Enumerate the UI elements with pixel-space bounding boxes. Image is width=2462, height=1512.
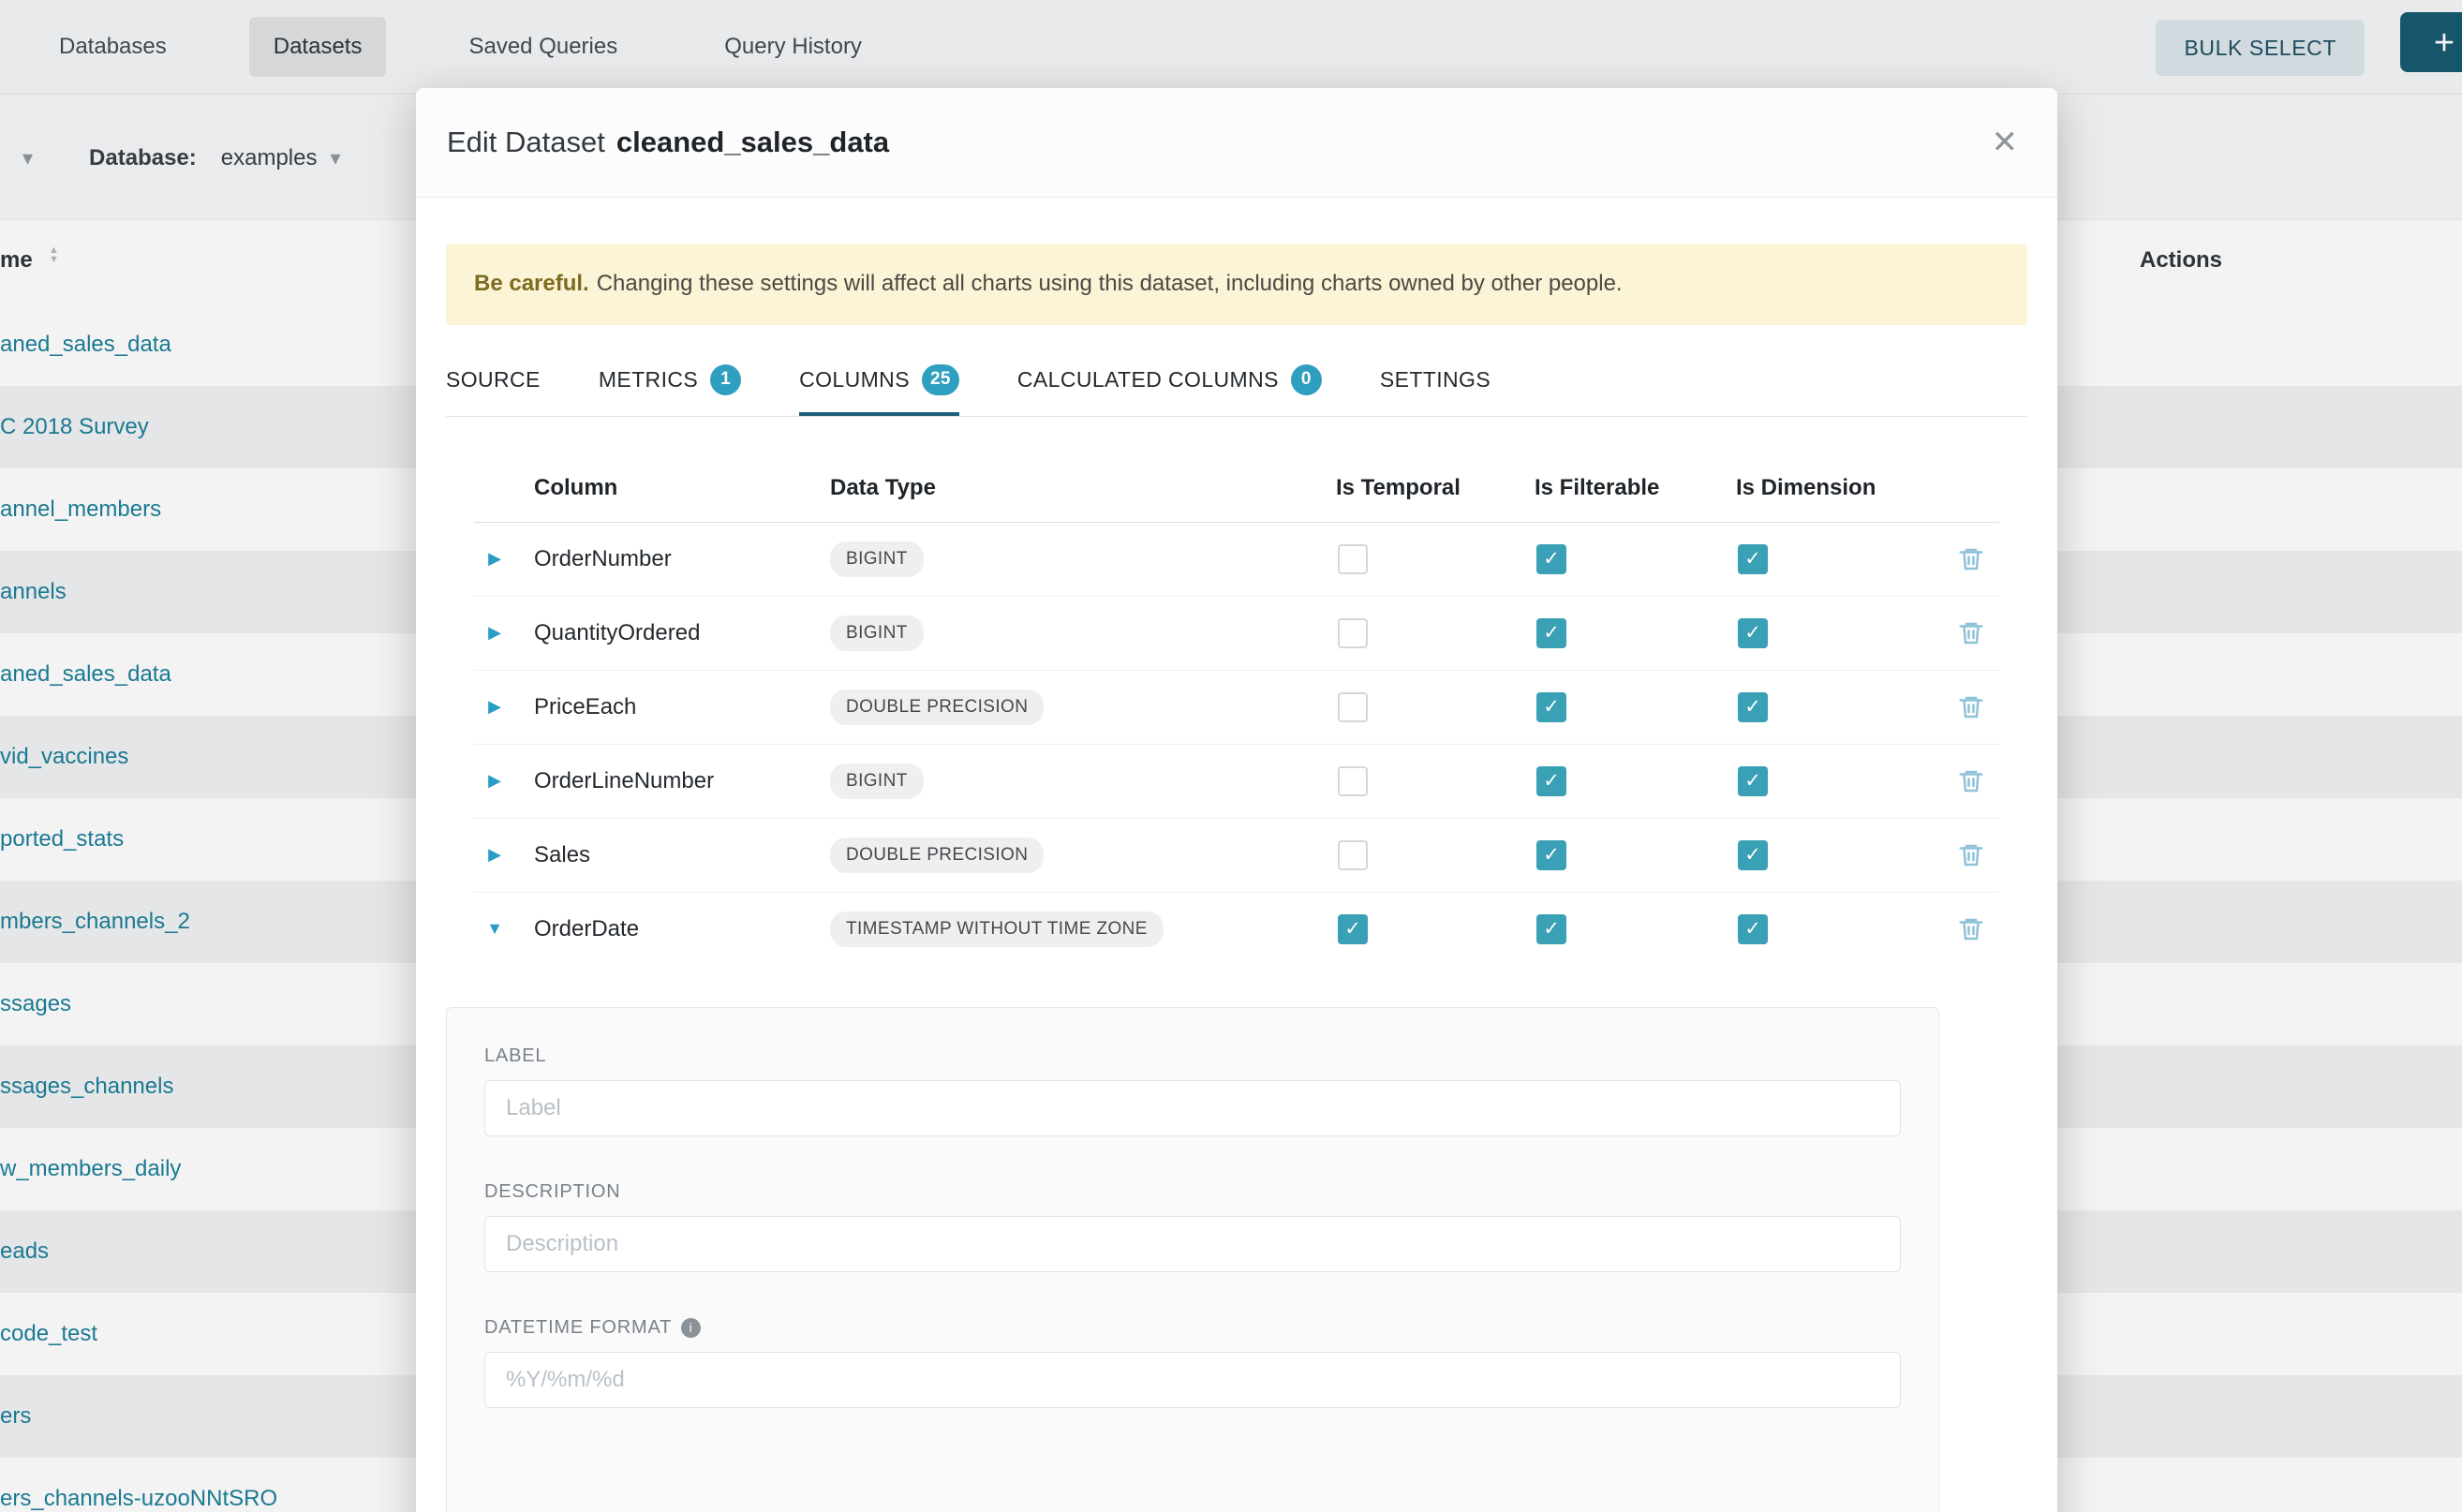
tab-count-badge: 1: [710, 364, 741, 395]
tab-label: COLUMNS: [799, 367, 910, 393]
expand-caret-icon[interactable]: ▶: [488, 771, 501, 791]
warning-banner: Be careful.Changing these settings will …: [446, 244, 2027, 325]
data-type-badge: DOUBLE PRECISION: [830, 689, 1044, 725]
expand-caret-icon[interactable]: ▶: [488, 697, 501, 717]
delete-column-button[interactable]: [1943, 767, 1999, 795]
is-temporal-checkbox[interactable]: [1338, 618, 1368, 648]
is-filterable-checkbox[interactable]: ✓: [1536, 544, 1566, 574]
delete-column-button[interactable]: [1943, 693, 1999, 721]
label-field-label: LABEL: [484, 1045, 1901, 1067]
expand-caret-icon[interactable]: ▶: [488, 549, 501, 569]
is-dimension-checkbox[interactable]: ✓: [1738, 692, 1768, 722]
is-dimension-checkbox[interactable]: ✓: [1738, 914, 1768, 944]
datetime-format-field-label: DATETIME FORMAT i: [484, 1317, 1901, 1339]
columns-table-body: ▶ OrderNumber BIGINT ✓ ✓ ▶ QuantityOrder…: [474, 523, 1999, 966]
data-type-badge: TIMESTAMP WITHOUT TIME ZONE: [830, 912, 1164, 947]
is-filterable-checkbox[interactable]: ✓: [1536, 840, 1566, 870]
tab-calculated-columns[interactable]: CALCULATED COLUMNS 0: [1017, 348, 1322, 416]
trash-icon: [1957, 841, 1985, 869]
is-filterable-checkbox[interactable]: ✓: [1536, 618, 1566, 648]
trash-icon: [1957, 915, 1985, 943]
tab-label: METRICS: [599, 367, 698, 393]
delete-column-button[interactable]: [1943, 619, 1999, 647]
expand-caret-icon[interactable]: ▼: [486, 919, 503, 939]
tab-settings[interactable]: SETTINGS: [1380, 348, 1491, 416]
delete-column-button[interactable]: [1943, 841, 1999, 869]
trash-icon: [1957, 693, 1985, 721]
data-type-badge: BIGINT: [830, 615, 924, 651]
tab-count-badge: 25: [922, 364, 959, 395]
column-row-QuantityOrdered: ▶ QuantityOrdered BIGINT ✓ ✓: [474, 597, 1999, 671]
close-icon[interactable]: ✕: [1992, 126, 2019, 158]
column-editor-panel: LABEL DESCRIPTION DATETIME FORMAT i: [446, 1007, 1939, 1512]
column-row-OrderNumber: ▶ OrderNumber BIGINT ✓ ✓: [474, 523, 1999, 597]
data-type-header: Data Type: [815, 475, 1336, 501]
trash-icon: [1957, 619, 1985, 647]
modal-title: Edit Datasetcleaned_sales_data: [447, 126, 889, 159]
trash-icon: [1957, 767, 1985, 795]
superset-datasets-page: DatabasesDatasetsSaved QueriesQuery Hist…: [0, 0, 2462, 1512]
column-name: OrderLineNumber: [515, 768, 815, 794]
is-dimension-checkbox[interactable]: ✓: [1738, 544, 1768, 574]
column-name: OrderDate: [515, 916, 815, 942]
column-name: Sales: [515, 842, 815, 868]
column-name: QuantityOrdered: [515, 620, 815, 646]
modal-body: Be careful.Changing these settings will …: [416, 244, 2057, 1512]
description-field-label: DESCRIPTION: [484, 1181, 1901, 1203]
column-name: OrderNumber: [515, 546, 815, 572]
delete-column-button[interactable]: [1943, 915, 1999, 943]
columns-table-header: Column Data Type Is Temporal Is Filterab…: [474, 454, 1999, 523]
data-type-badge: BIGINT: [830, 541, 924, 577]
data-type-badge: BIGINT: [830, 763, 924, 799]
datetime-format-input[interactable]: [484, 1352, 1901, 1408]
delete-column-button[interactable]: [1943, 545, 1999, 573]
tab-label: CALCULATED COLUMNS: [1017, 367, 1279, 393]
is-filterable-checkbox[interactable]: ✓: [1536, 692, 1566, 722]
is-temporal-checkbox[interactable]: [1338, 766, 1368, 796]
tab-metrics[interactable]: METRICS 1: [599, 348, 741, 416]
column-row-PriceEach: ▶ PriceEach DOUBLE PRECISION ✓ ✓: [474, 671, 1999, 745]
column-name: PriceEach: [515, 694, 815, 720]
trash-icon: [1957, 545, 1985, 573]
description-field-group: DESCRIPTION: [484, 1181, 1901, 1272]
description-input[interactable]: [484, 1216, 1901, 1272]
modal-tabs: SOURCE METRICS 1 COLUMNS 25 CALCULATED C…: [446, 348, 2027, 417]
columns-table: Column Data Type Is Temporal Is Filterab…: [474, 454, 1999, 966]
datetime-format-field-group: DATETIME FORMAT i: [484, 1317, 1901, 1408]
expand-caret-icon[interactable]: ▶: [488, 845, 501, 865]
info-icon[interactable]: i: [681, 1318, 701, 1338]
tab-count-badge: 0: [1291, 364, 1322, 395]
is-temporal-header: Is Temporal: [1336, 475, 1535, 501]
is-filterable-checkbox[interactable]: ✓: [1536, 914, 1566, 944]
column-row-OrderDate: ▼ OrderDate TIMESTAMP WITHOUT TIME ZONE …: [474, 893, 1999, 966]
tab-columns[interactable]: COLUMNS 25: [799, 348, 959, 416]
tab-source[interactable]: SOURCE: [446, 348, 541, 416]
expand-caret-icon[interactable]: ▶: [488, 623, 501, 643]
is-temporal-checkbox[interactable]: [1338, 840, 1368, 870]
column-header: Column: [515, 475, 815, 501]
is-temporal-checkbox[interactable]: ✓: [1338, 914, 1368, 944]
data-type-badge: DOUBLE PRECISION: [830, 838, 1044, 873]
is-temporal-checkbox[interactable]: [1338, 544, 1368, 574]
tab-label: SOURCE: [446, 367, 541, 393]
column-row-OrderLineNumber: ▶ OrderLineNumber BIGINT ✓ ✓: [474, 745, 1999, 819]
tab-label: SETTINGS: [1380, 367, 1491, 393]
is-filterable-checkbox[interactable]: ✓: [1536, 766, 1566, 796]
is-temporal-checkbox[interactable]: [1338, 692, 1368, 722]
is-dimension-checkbox[interactable]: ✓: [1738, 840, 1768, 870]
label-field-group: LABEL: [484, 1045, 1901, 1136]
is-filterable-header: Is Filterable: [1535, 475, 1736, 501]
column-row-Sales: ▶ Sales DOUBLE PRECISION ✓ ✓: [474, 819, 1999, 893]
is-dimension-checkbox[interactable]: ✓: [1738, 618, 1768, 648]
is-dimension-header: Is Dimension: [1736, 475, 1943, 501]
edit-dataset-modal: Edit Datasetcleaned_sales_data ✕ Be care…: [416, 88, 2057, 1512]
modal-header: Edit Datasetcleaned_sales_data ✕: [416, 88, 2057, 198]
label-input[interactable]: [484, 1080, 1901, 1136]
is-dimension-checkbox[interactable]: ✓: [1738, 766, 1768, 796]
